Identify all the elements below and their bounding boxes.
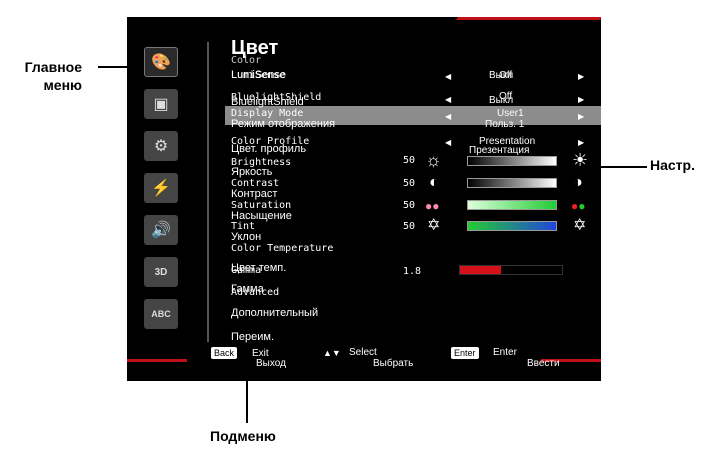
osd-panel: 🎨 ▣ ⚙ ⚡ 🔊 3D ABC Цвет Color LumiSense Lu… [127, 17, 601, 381]
menu-label-ru: LumiSense [231, 69, 287, 81]
main-menu-callout: Главное меню [8, 58, 82, 94]
menu-label-ru: Режим отображения [231, 118, 336, 130]
arrow-left-icon[interactable]: ◀ [445, 112, 451, 121]
option-value: Польз. 1 [485, 119, 525, 130]
select-arrows-icon: ▲▼ [323, 348, 341, 358]
arrow-right-icon[interactable]: ▶ [578, 72, 584, 81]
back-label-ru: Выход [256, 358, 286, 369]
enter-label-en: Enter [493, 347, 517, 358]
submenu-callout: Подменю [210, 428, 276, 444]
menu-label-ru: Цвет. профиль [231, 143, 307, 155]
menu-label-ru: Яркость [231, 166, 273, 178]
option-value: Презентация [469, 145, 530, 156]
main-menu-callout-line2: меню [43, 77, 82, 93]
option-value-en: Off [499, 70, 513, 81]
tint-star-icon: ✡ [573, 217, 587, 234]
gear-icon[interactable]: ⚙ [144, 131, 178, 161]
arrow-left-icon[interactable]: ◀ [445, 95, 451, 104]
bottom-left-accent [127, 359, 187, 362]
back-key[interactable]: Back [211, 347, 238, 359]
menu-label-ru: Уклон [231, 231, 262, 243]
gamma-slider[interactable] [459, 265, 563, 275]
arrow-right-icon[interactable]: ▶ [578, 95, 584, 104]
tint-slider[interactable] [467, 221, 557, 231]
arrow-right-icon[interactable]: ▶ [578, 112, 584, 121]
arrow-left-icon[interactable]: ◀ [445, 138, 451, 147]
saturation-low-icon: ●● [425, 199, 440, 213]
enter-label-ru: Ввести [527, 358, 560, 369]
menu-divider [207, 42, 209, 342]
menu-label-en[interactable]: Advanced [231, 287, 279, 298]
contrast-high-icon: ◑ [573, 174, 583, 191]
setting-number: 50 [403, 200, 416, 211]
option-value-en: User1 [497, 108, 524, 119]
power-icon[interactable]: ⚡ [144, 173, 178, 203]
sun-dim-icon: ☼ [425, 150, 442, 170]
setting-number: 50 [403, 221, 416, 232]
arrow-right-icon[interactable]: ▶ [578, 138, 584, 147]
settings-callout: Настр. [650, 157, 695, 173]
palette-icon[interactable]: 🎨 [144, 47, 178, 77]
3d-icon[interactable]: 3D [144, 257, 178, 287]
menu-label-ru[interactable]: Переим. [231, 331, 274, 343]
brightness-slider[interactable] [467, 156, 557, 166]
select-label-ru: Выбрать [373, 358, 414, 369]
select-label-en: Select [349, 347, 377, 358]
menu-label-en[interactable]: Gamma [231, 265, 261, 276]
arrow-left-icon[interactable]: ◀ [445, 72, 451, 81]
setting-number: 50 [403, 178, 416, 189]
image-icon[interactable]: ▣ [144, 89, 178, 119]
main-menu-callout-line1: Главное [24, 59, 82, 75]
language-icon[interactable]: ABC [144, 299, 178, 329]
saturation-high-icon: ●● [571, 199, 586, 213]
contrast-slider[interactable] [467, 178, 557, 188]
page-title-en: Color [231, 55, 262, 66]
setting-number: 1.8 [403, 266, 422, 277]
audio-icon[interactable]: 🔊 [144, 215, 178, 245]
contrast-icon: ◐ [429, 174, 439, 191]
tint-star-icon: ✡ [427, 217, 441, 234]
option-value-en: Off [499, 91, 513, 102]
sun-bright-icon: ☀ [572, 150, 589, 170]
top-accent [456, 17, 601, 20]
setting-number: 50 [403, 155, 416, 166]
main-menu-sidebar: 🎨 ▣ ⚙ ⚡ 🔊 3D ABC [140, 47, 184, 341]
menu-label-ru: Дополнительный [231, 307, 319, 319]
menu-label-ru: Контраст [231, 188, 278, 200]
menu-label-ru: BluelightShield [231, 96, 304, 108]
enter-key[interactable]: Enter [451, 347, 479, 359]
saturation-slider[interactable] [467, 200, 557, 210]
menu-label-en[interactable]: Color Temperature [231, 243, 333, 254]
